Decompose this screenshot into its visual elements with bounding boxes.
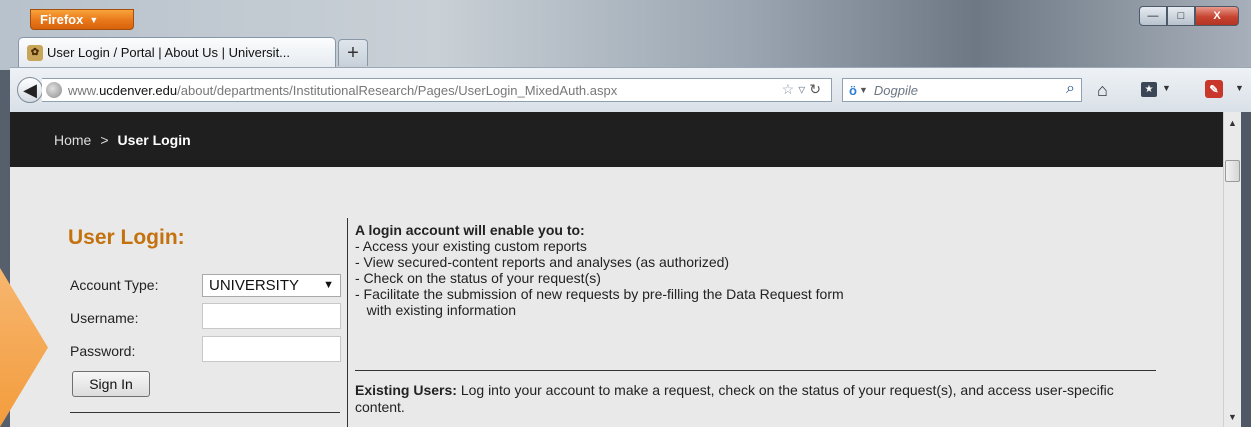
chevron-down-icon[interactable]: ▼: [1162, 83, 1171, 93]
plus-icon: +: [347, 41, 359, 64]
url-actions: ☆▿↻: [782, 81, 825, 98]
account-type-select[interactable]: UNIVERSITY ▼: [202, 274, 341, 297]
maximize-icon: □: [1177, 10, 1185, 22]
reload-icon[interactable]: ↻: [809, 81, 825, 97]
history-dropdown-icon[interactable]: ▿: [798, 81, 809, 97]
star-icon[interactable]: ☆: [782, 81, 799, 97]
maximize-button[interactable]: □: [1167, 6, 1195, 26]
bookmarks-icon[interactable]: ★: [1141, 82, 1157, 97]
scroll-up-icon[interactable]: ▲: [1228, 118, 1237, 128]
scroll-down-icon[interactable]: ▼: [1228, 412, 1237, 422]
window-right-edge: [1241, 112, 1251, 427]
list-item: with existing information: [355, 302, 517, 318]
url-host: ucdenver.edu: [99, 82, 178, 98]
back-arrow-icon: ◀: [23, 79, 37, 100]
login-benefits: A login account will enable you to: - Ac…: [355, 222, 1155, 318]
tab-title: User Login / Portal | About Us | Univers…: [47, 45, 291, 60]
url-path: /about/departments/InstitutionalResearch…: [177, 82, 618, 98]
close-button[interactable]: X: [1195, 6, 1239, 26]
scrollbar-thumb[interactable]: [1225, 160, 1240, 182]
existing-users-text: Log into your account to make a request,…: [355, 382, 1114, 415]
vertical-divider: [347, 218, 348, 427]
account-type-value: UNIVERSITY: [209, 277, 300, 294]
page-viewport: Home > User Login User Login: Account Ty…: [10, 112, 1223, 427]
search-engine-icon[interactable]: ö: [849, 83, 857, 98]
navigation-toolbar: ◀ www. ucdenver.edu/about/departments/Ins…: [10, 67, 1251, 113]
password-field[interactable]: [202, 336, 341, 362]
list-item: - Check on the status of your request(s): [355, 270, 601, 286]
minimize-icon: —: [1147, 10, 1159, 22]
list-item: - Facilitate the submission of new reque…: [355, 286, 844, 302]
existing-users-note: Existing Users: Log into your account to…: [355, 382, 1155, 416]
benefits-heading: A login account will enable you to:: [355, 222, 585, 238]
globe-icon: [46, 82, 62, 98]
url-bar[interactable]: www. ucdenver.edu/about/departments/Insti…: [42, 78, 832, 102]
chevron-down-icon: ▼: [858, 85, 868, 95]
page-title: User Login:: [68, 226, 185, 249]
account-type-label: Account Type:: [70, 277, 159, 293]
divider: [355, 370, 1156, 371]
tab-user-login[interactable]: ✿ User Login / Portal | About Us | Unive…: [18, 37, 336, 67]
existing-users-label: Existing Users:: [355, 382, 457, 398]
chevron-down-icon: ▼: [323, 279, 334, 291]
list-item: - View secured-content reports and analy…: [355, 254, 730, 270]
url-prefix: www.: [68, 82, 100, 98]
back-button[interactable]: ◀: [17, 77, 43, 103]
search-placeholder: Dogpile: [873, 82, 918, 98]
chevron-down-icon[interactable]: ▼: [1235, 83, 1244, 93]
benefit-list: - Access your existing custom reports - …: [355, 238, 1155, 318]
search-bar[interactable]: ö ▼ Dogpile ⌕: [842, 78, 1082, 102]
sign-in-button[interactable]: Sign In: [72, 371, 150, 397]
search-icon[interactable]: ⌕: [1066, 80, 1075, 98]
breadcrumb: Home > User Login: [10, 112, 1223, 167]
username-label: Username:: [70, 310, 139, 326]
firefox-menu-label: Firefox: [40, 12, 84, 27]
password-label: Password:: [70, 343, 136, 359]
list-item: - Access your existing custom reports: [355, 238, 587, 254]
breadcrumb-home-link[interactable]: Home: [54, 132, 91, 148]
username-field[interactable]: [202, 303, 341, 329]
minimize-button[interactable]: —: [1139, 6, 1167, 26]
divider: [70, 412, 340, 413]
site-favicon-icon: ✿: [27, 44, 43, 61]
breadcrumb-separator: >: [100, 131, 109, 148]
firefox-menu-button[interactable]: Firefox ▼: [30, 9, 134, 30]
home-icon[interactable]: ⌂: [1097, 80, 1108, 101]
close-icon: X: [1213, 10, 1221, 22]
vertical-scrollbar[interactable]: ▲ ▼: [1223, 112, 1241, 427]
window-controls: — □ X: [1139, 6, 1239, 26]
addon-icon[interactable]: ✎: [1205, 80, 1223, 98]
new-tab-button[interactable]: +: [338, 39, 368, 66]
breadcrumb-current: User Login: [117, 131, 191, 148]
chevron-down-icon: ▼: [89, 14, 99, 25]
